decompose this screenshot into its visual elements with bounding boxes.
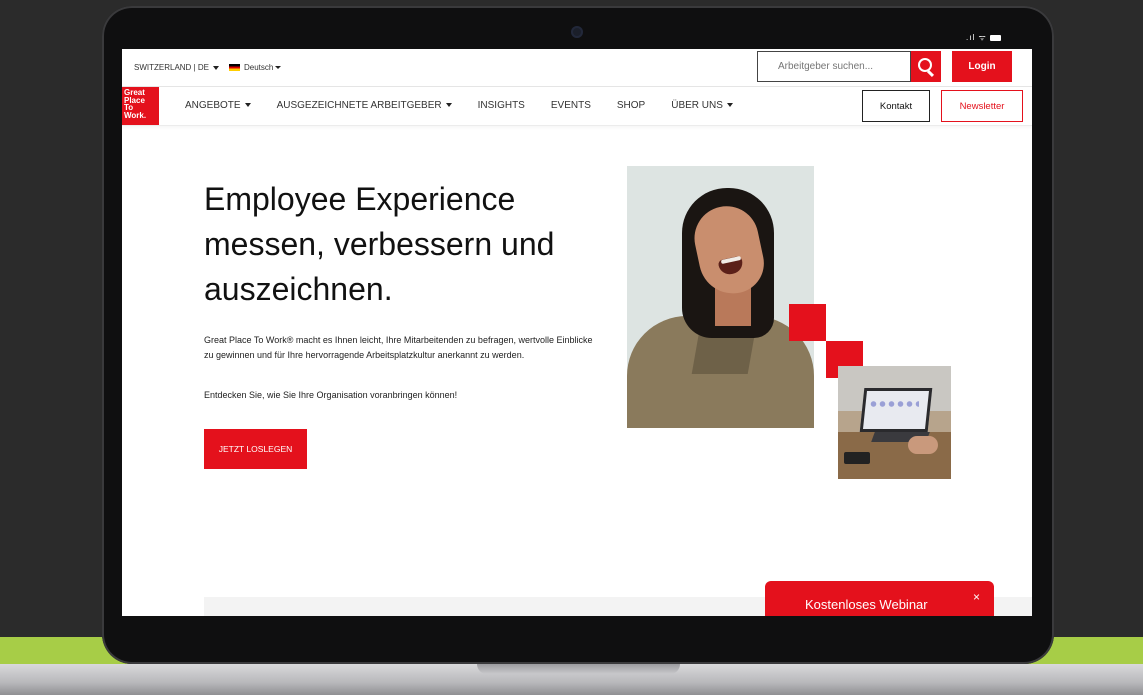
german-flag-icon [229,64,240,72]
webinar-label: Kostenloses Webinar [805,597,928,612]
nav-item-ueber-uns[interactable]: ÜBER UNS [671,100,733,111]
nav-item-events[interactable]: EVENTS [551,100,591,111]
region-label: SWITZERLAND | DE [134,63,209,72]
gptw-logo[interactable]: Great Place To Work. [122,87,159,125]
hero-subtext: Entdecken Sie, wie Sie Ihre Organisation… [204,390,458,400]
newsletter-button[interactable]: Newsletter [941,90,1023,122]
nav-item-ausgezeichnete-arbeitgeber[interactable]: AUSGEZEICHNETE ARBEITGEBER [277,100,452,111]
login-button[interactable]: Login [952,51,1012,82]
hero-photo-laughing-woman [627,166,814,428]
search-button[interactable] [911,51,941,82]
region-selector[interactable]: SWITZERLAND | DE [134,63,219,72]
webinar-popup-tab[interactable]: Kostenloses Webinar × [765,581,994,616]
chevron-down-icon [726,103,733,108]
status-bar-icons: .ıl ᯤ [966,32,1001,43]
language-selector[interactable]: Deutsch [229,63,282,72]
decorative-red-square [789,304,826,341]
chevron-down-icon [275,66,282,70]
hero-title: Employee Experience messen, verbessern u… [204,181,555,307]
nav-menu: ANGEBOTE AUSGEZEICHNETE ARBEITGEBER INSI… [185,100,759,111]
main-navigation: Great Place To Work. ANGEBOTE AUSGEZEICH… [122,87,1032,126]
employer-search-input[interactable] [757,51,911,82]
top-utility-bar: SWITZERLAND | DE Deutsch Login [122,49,1032,87]
laptop-notch [477,664,680,674]
chevron-down-icon [212,65,219,70]
chevron-down-icon [445,103,452,108]
hero-description: Great Place To Work® macht es Ihnen leic… [204,335,593,360]
contact-button[interactable]: Kontakt [862,90,930,122]
close-icon[interactable]: × [973,590,980,604]
camera-icon [571,26,583,38]
signal-wifi-icon: .ıl ᯤ [966,33,987,42]
nav-item-insights[interactable]: INSIGHTS [478,100,525,111]
website-screen: SWITZERLAND | DE Deutsch Login Great Pla… [122,49,1032,616]
battery-icon [989,34,1001,41]
nav-item-angebote[interactable]: ANGEBOTE [185,100,251,111]
nav-item-shop[interactable]: SHOP [617,100,645,111]
language-label: Deutsch [244,63,274,72]
get-started-button[interactable]: JETZT LOSLEGEN [204,429,307,469]
hero-photo-laptop-dashboard [838,366,951,479]
chevron-down-icon [244,103,251,108]
